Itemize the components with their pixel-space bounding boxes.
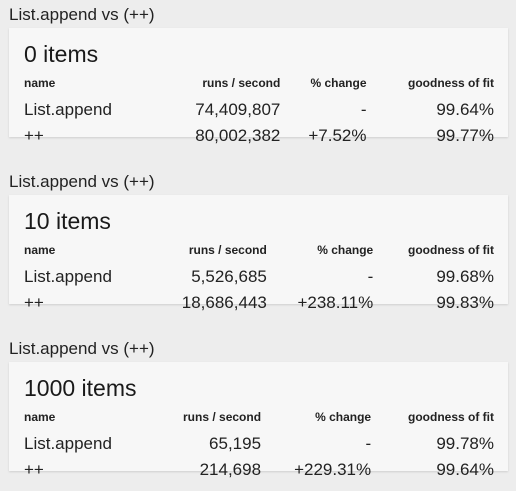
column-header-fit: goodness of fit	[408, 76, 494, 90]
cell-change: +229.31%	[294, 460, 372, 479]
cell-runs: 80,002,382	[195, 126, 281, 145]
column-header-name: name	[24, 243, 56, 257]
cell-change: -	[360, 100, 367, 119]
cell-change: -	[367, 267, 374, 286]
cell-runs: 18,686,443	[181, 293, 267, 312]
cell-name: List.append	[24, 100, 112, 119]
results-table: name runs / second % change goodness of …	[24, 76, 494, 149]
card-title: 0 items	[24, 41, 99, 67]
benchmark-card: 10 items name runs / second % change goo…	[9, 195, 508, 312]
cell-runs: 65,195	[209, 434, 262, 453]
table-row: List.append 65,195 - 99.78%	[24, 431, 494, 457]
table-row: List.append 74,409,807 - 99.64%	[24, 97, 494, 123]
benchmark-card: 1000 items name runs / second % change g…	[9, 362, 508, 479]
table-row: List.append 5,526,685 - 99.68%	[24, 264, 494, 290]
cell-name: ++	[24, 460, 44, 479]
group-title: List.append vs (++)	[9, 339, 155, 358]
group-title: List.append vs (++)	[9, 5, 155, 24]
cell-runs: 214,698	[199, 460, 262, 479]
card-title: 1000 items	[24, 375, 137, 401]
column-header-fit: goodness of fit	[408, 410, 494, 424]
cell-name: List.append	[24, 267, 112, 286]
card-title: 10 items	[24, 208, 111, 234]
column-header-change: % change	[310, 76, 367, 90]
cell-runs: 74,409,807	[195, 100, 281, 119]
table-header-row: name runs / second % change goodness of …	[24, 410, 494, 431]
cell-change: -	[365, 434, 372, 453]
cell-runs: 5,526,685	[191, 267, 267, 286]
cell-fit: 99.78%	[436, 434, 494, 453]
table-header-row: name runs / second % change goodness of …	[24, 76, 494, 97]
benchmark-report: List.append vs (++) 0 items name runs / …	[0, 0, 516, 491]
group-title: List.append vs (++)	[9, 172, 155, 191]
table-header-row: name runs / second % change goodness of …	[24, 243, 494, 264]
cell-name: List.append	[24, 434, 112, 453]
cell-fit: 99.64%	[436, 460, 494, 479]
column-header-name: name	[24, 76, 56, 90]
table-row: ++ 18,686,443 +238.11% 99.83%	[24, 290, 494, 316]
cell-fit: 99.68%	[436, 267, 494, 286]
cell-change: +238.11%	[297, 293, 374, 312]
cell-fit: 99.77%	[436, 126, 494, 145]
cell-fit: 99.64%	[436, 100, 494, 119]
column-header-runs: runs / second	[188, 243, 267, 257]
cell-change: +7.52%	[308, 126, 367, 145]
benchmark-card: 0 items name runs / second % change good…	[9, 28, 508, 145]
cell-fit: 99.83%	[436, 293, 494, 312]
results-table: name runs / second % change goodness of …	[24, 243, 494, 316]
column-header-fit: goodness of fit	[408, 243, 494, 257]
results-table: name runs / second % change goodness of …	[24, 410, 494, 483]
cell-name: ++	[24, 126, 44, 145]
column-header-name: name	[24, 410, 56, 424]
column-header-change: % change	[317, 243, 374, 257]
cell-name: ++	[24, 293, 44, 312]
table-row: ++ 214,698 +229.31% 99.64%	[24, 457, 494, 483]
column-header-runs: runs / second	[202, 76, 281, 90]
column-header-change: % change	[315, 410, 372, 424]
column-header-runs: runs / second	[183, 410, 262, 424]
table-row: ++ 80,002,382 +7.52% 99.77%	[24, 123, 494, 149]
